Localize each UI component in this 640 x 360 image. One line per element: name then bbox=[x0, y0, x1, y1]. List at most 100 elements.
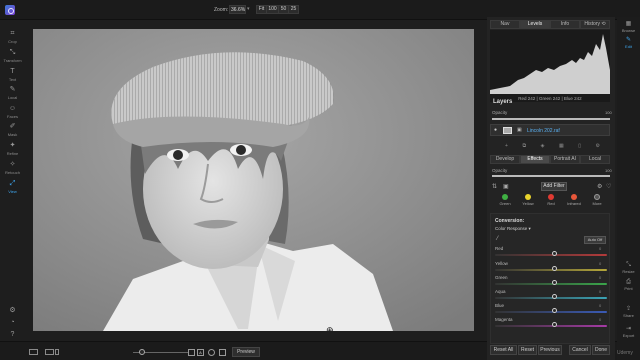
merge-layer-icon[interactable]: ◈ bbox=[541, 143, 545, 149]
cancel-button[interactable]: Cancel bbox=[569, 345, 591, 355]
thumbnail-size-knob[interactable] bbox=[139, 349, 145, 355]
small-square-icon[interactable] bbox=[188, 349, 195, 356]
preset-label: More bbox=[592, 201, 602, 206]
channel-slider[interactable] bbox=[495, 283, 607, 285]
chevron-down-icon: ▾ bbox=[528, 226, 531, 231]
size-box[interactable]: A bbox=[197, 349, 204, 356]
channel-label: Blue bbox=[495, 303, 505, 308]
tool-view[interactable]: ⤢ View bbox=[0, 180, 25, 194]
channel-knob[interactable] bbox=[552, 251, 557, 256]
tool-crop[interactable]: ⌗ Crop bbox=[0, 30, 25, 44]
channel-slider[interactable] bbox=[495, 311, 607, 313]
layer-mask-icon[interactable]: ▦ bbox=[559, 143, 564, 149]
channel-knob[interactable] bbox=[552, 322, 557, 327]
tool-account[interactable]: ◔ bbox=[0, 319, 25, 327]
preset-label: Green bbox=[499, 201, 511, 206]
layer-row[interactable]: ● ▣ Lincoln 202.raf bbox=[490, 124, 610, 136]
tool-refine[interactable]: ✦ Refine bbox=[0, 142, 25, 156]
tab-portrait-ai[interactable]: Portrait AI bbox=[550, 155, 580, 164]
compare-view-icon[interactable] bbox=[45, 349, 54, 355]
channel-slider[interactable] bbox=[495, 297, 607, 299]
tab-nav[interactable]: Nav bbox=[490, 20, 520, 29]
image-canvas[interactable]: ⊕ bbox=[33, 29, 474, 331]
previous-button[interactable]: Previous bbox=[538, 345, 562, 355]
preset-yellow[interactable]: Yellow bbox=[518, 194, 538, 206]
preset-more[interactable]: More bbox=[587, 194, 607, 206]
tab-effects[interactable]: Effects bbox=[520, 155, 550, 164]
channel-blue: Blue 0 bbox=[495, 303, 607, 315]
zoom-25-button[interactable]: 25 bbox=[288, 5, 299, 14]
split-view-icon[interactable] bbox=[55, 349, 59, 355]
tool-retouch[interactable]: ✧ Retouch bbox=[0, 161, 25, 175]
tool-mask[interactable]: ✐ Mask bbox=[0, 123, 25, 137]
channel-slider[interactable] bbox=[495, 269, 607, 271]
preset-green[interactable]: Green bbox=[495, 194, 515, 206]
filter-browser-icon[interactable]: ▣ bbox=[503, 183, 509, 190]
channel-knob[interactable] bbox=[552, 266, 557, 271]
circle-icon[interactable] bbox=[208, 349, 215, 356]
layer-name[interactable]: Lincoln 202.raf bbox=[527, 128, 560, 134]
tool-label: Refine bbox=[6, 151, 19, 156]
chevron-down-icon[interactable]: ▾ bbox=[247, 6, 250, 12]
tool-settings[interactable]: ⚙ bbox=[0, 307, 25, 315]
reset-button[interactable]: Reset bbox=[518, 345, 537, 355]
effects-settings-icon[interactable]: ⚙ bbox=[597, 183, 602, 190]
tool-local[interactable]: ✎ Local bbox=[0, 86, 25, 100]
preset-swatch bbox=[502, 194, 508, 200]
module-export[interactable]: ⇥ Export bbox=[617, 325, 640, 338]
add-layer-icon[interactable]: + bbox=[505, 143, 508, 149]
module-resize[interactable]: ⤡ Resize bbox=[617, 261, 640, 274]
tab-info[interactable]: Info bbox=[550, 20, 580, 29]
tab-levels[interactable]: Levels bbox=[520, 20, 550, 29]
gear-icon: ⚙ bbox=[9, 307, 16, 314]
duplicate-layer-icon[interactable]: ⧉ bbox=[522, 143, 526, 149]
auto-off-button[interactable]: Auto Off bbox=[584, 236, 606, 244]
channel-value: 0 bbox=[599, 246, 602, 251]
preset-infrared[interactable]: Infrared bbox=[564, 194, 584, 206]
channel-aqua: Aqua 0 bbox=[495, 289, 607, 301]
channel-knob[interactable] bbox=[552, 280, 557, 285]
tool-faces[interactable]: ☺ Faces bbox=[0, 105, 25, 119]
preset-label: Infrared bbox=[567, 201, 581, 206]
channel-slider[interactable] bbox=[495, 325, 607, 327]
effects-opacity-slider[interactable] bbox=[492, 175, 610, 177]
eyedropper-icon[interactable]: ⁄ bbox=[497, 236, 498, 242]
channel-knob[interactable] bbox=[552, 294, 557, 299]
channel-red: Red 0 bbox=[495, 246, 607, 258]
tool-help[interactable]: ? bbox=[0, 331, 25, 339]
add-filter-button[interactable]: Add Filter bbox=[541, 182, 567, 191]
preset-label: Red bbox=[547, 201, 555, 206]
mask-icon: ✐ bbox=[9, 123, 16, 130]
zoom-input[interactable]: 36.6% bbox=[229, 5, 246, 14]
color-response-dropdown[interactable]: Color Response ▾ bbox=[495, 226, 531, 232]
view-icon: ⤢ bbox=[9, 180, 16, 187]
module-edit[interactable]: ✎ Edit bbox=[617, 36, 640, 49]
layer-settings-icon[interactable]: ⚙ bbox=[596, 143, 600, 149]
done-button[interactable]: Done bbox=[592, 345, 610, 355]
zoom-cursor-icon: ⊕ bbox=[326, 325, 334, 331]
grid-icon[interactable] bbox=[219, 349, 226, 356]
eye-icon[interactable]: ● bbox=[494, 127, 497, 133]
tab-history[interactable]: History ⟲ bbox=[580, 20, 610, 29]
module-label: Print bbox=[624, 286, 633, 291]
layer-type-icon: ▣ bbox=[517, 127, 522, 133]
tab-develop[interactable]: Develop bbox=[490, 155, 520, 164]
tab-local[interactable]: Local bbox=[580, 155, 610, 164]
channel-slider[interactable] bbox=[495, 254, 607, 256]
single-view-icon[interactable] bbox=[29, 349, 38, 355]
channel-knob[interactable] bbox=[552, 308, 557, 313]
module-print[interactable]: ⎙ Print bbox=[617, 278, 640, 291]
opacity-slider[interactable] bbox=[492, 118, 610, 120]
tool-label: View bbox=[8, 189, 17, 194]
preview-button[interactable]: Preview bbox=[232, 347, 260, 357]
delete-layer-icon[interactable]: ▯ bbox=[578, 143, 581, 149]
filter-list-icon[interactable]: ⇅ bbox=[492, 183, 497, 190]
reset-all-button[interactable]: Reset All bbox=[490, 345, 517, 355]
effects-favorite-icon[interactable]: ♡ bbox=[606, 183, 611, 190]
module-label: Share bbox=[623, 313, 634, 318]
tool-transform[interactable]: ⤡ Transform bbox=[0, 49, 25, 63]
preset-red[interactable]: Red bbox=[541, 194, 561, 206]
module-share[interactable]: ⇪ Share bbox=[617, 305, 640, 318]
tool-text[interactable]: T Text bbox=[0, 68, 25, 82]
module-browse[interactable]: ▦ Browse bbox=[617, 20, 640, 33]
